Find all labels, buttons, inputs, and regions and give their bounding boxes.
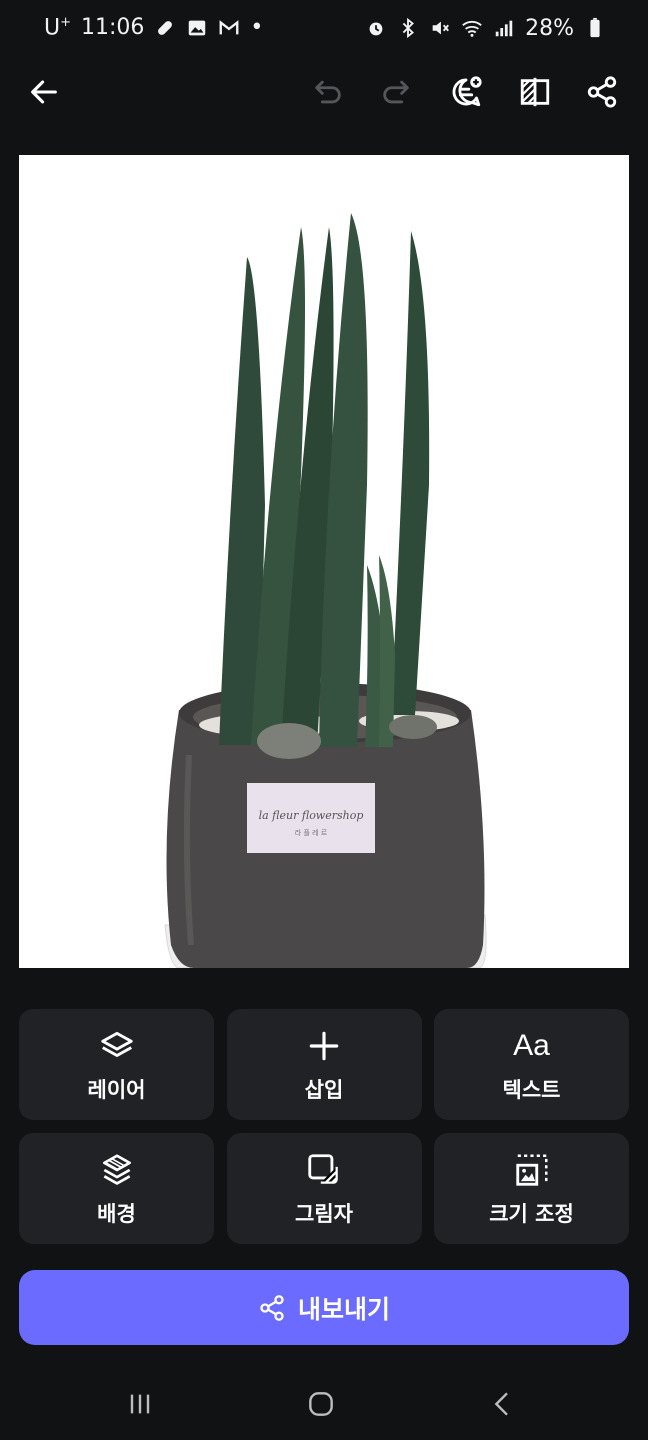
- plus-icon: [304, 1026, 344, 1066]
- status-left: U+ 11:06 •: [44, 15, 263, 40]
- home-button[interactable]: [299, 1382, 343, 1426]
- pill-icon: [154, 17, 176, 39]
- home-icon: [309, 1392, 333, 1416]
- share-icon: [260, 1294, 284, 1321]
- pot-label-subtext: 라 플 레 르: [295, 828, 328, 837]
- undo-button[interactable]: [306, 70, 350, 114]
- resize-label: 크기 조정: [489, 1201, 574, 1226]
- background-button[interactable]: 배경: [19, 1133, 214, 1244]
- carrier-label: U+: [44, 15, 72, 41]
- editor-canvas[interactable]: la fleur flowershop 라 플 레 르: [19, 155, 629, 968]
- text-icon: Aa: [513, 1028, 550, 1062]
- status-right: 28%: [365, 16, 606, 41]
- share-icon: [587, 76, 617, 108]
- signal-icon: [493, 17, 515, 39]
- insert-button[interactable]: 삽입: [226, 1009, 422, 1120]
- recent-apps-button[interactable]: [118, 1382, 162, 1426]
- battery-icon: [584, 17, 606, 39]
- back-button[interactable]: [22, 70, 66, 114]
- layers-label: 레이어: [87, 1077, 146, 1102]
- tools-grid: 레이어 삽입 Aa 텍스트 배경 그림자 크기 조정: [19, 1009, 629, 1244]
- export-button[interactable]: 내보내기: [19, 1270, 629, 1345]
- recent-apps-icon: [130, 1394, 150, 1414]
- system-nav-bar: [0, 1368, 648, 1440]
- shadow-label: 그림자: [295, 1201, 353, 1226]
- status-bar: U+ 11:06 • 28%: [0, 0, 648, 56]
- layers-icon: [97, 1026, 137, 1066]
- compare-button[interactable]: [513, 70, 557, 114]
- redo-icon: [383, 80, 409, 104]
- wifi-icon: [461, 17, 483, 39]
- notification-dot: •: [250, 15, 264, 41]
- layers-button[interactable]: 레이어: [19, 1009, 214, 1120]
- pot-label-text: la fleur flowershop: [259, 809, 364, 822]
- gallery-icon: [186, 17, 208, 39]
- resize-icon: [512, 1150, 552, 1190]
- mute-icon: [429, 17, 451, 39]
- insert-label: 삽입: [304, 1077, 344, 1102]
- share-button[interactable]: [580, 70, 624, 114]
- add-comment-button[interactable]: [444, 70, 488, 114]
- resize-button[interactable]: 크기 조정: [434, 1133, 629, 1244]
- shadow-button[interactable]: 그림자: [226, 1133, 422, 1244]
- plant-photo: la fleur flowershop 라 플 레 르: [19, 155, 629, 968]
- back-arrow-icon: [31, 80, 57, 104]
- system-back-button[interactable]: [481, 1382, 525, 1426]
- undo-icon: [315, 80, 341, 104]
- add-comment-icon: [452, 76, 482, 107]
- text-button[interactable]: Aa 텍스트: [434, 1009, 629, 1120]
- compare-icon: [520, 77, 550, 107]
- text-label: 텍스트: [502, 1077, 561, 1102]
- chevron-left-icon: [494, 1392, 508, 1416]
- alarm-icon: [365, 17, 387, 39]
- gmail-icon: [218, 17, 240, 39]
- top-toolbar: [0, 56, 648, 124]
- background-label: 배경: [97, 1201, 136, 1226]
- redo-button[interactable]: [374, 70, 418, 114]
- clock: 11:06: [81, 15, 145, 41]
- shadow-icon: [304, 1150, 344, 1190]
- battery-percent: 28%: [525, 15, 574, 41]
- bluetooth-icon: [397, 17, 419, 39]
- background-icon: [97, 1150, 137, 1190]
- export-label: 내보내기: [297, 1294, 390, 1324]
